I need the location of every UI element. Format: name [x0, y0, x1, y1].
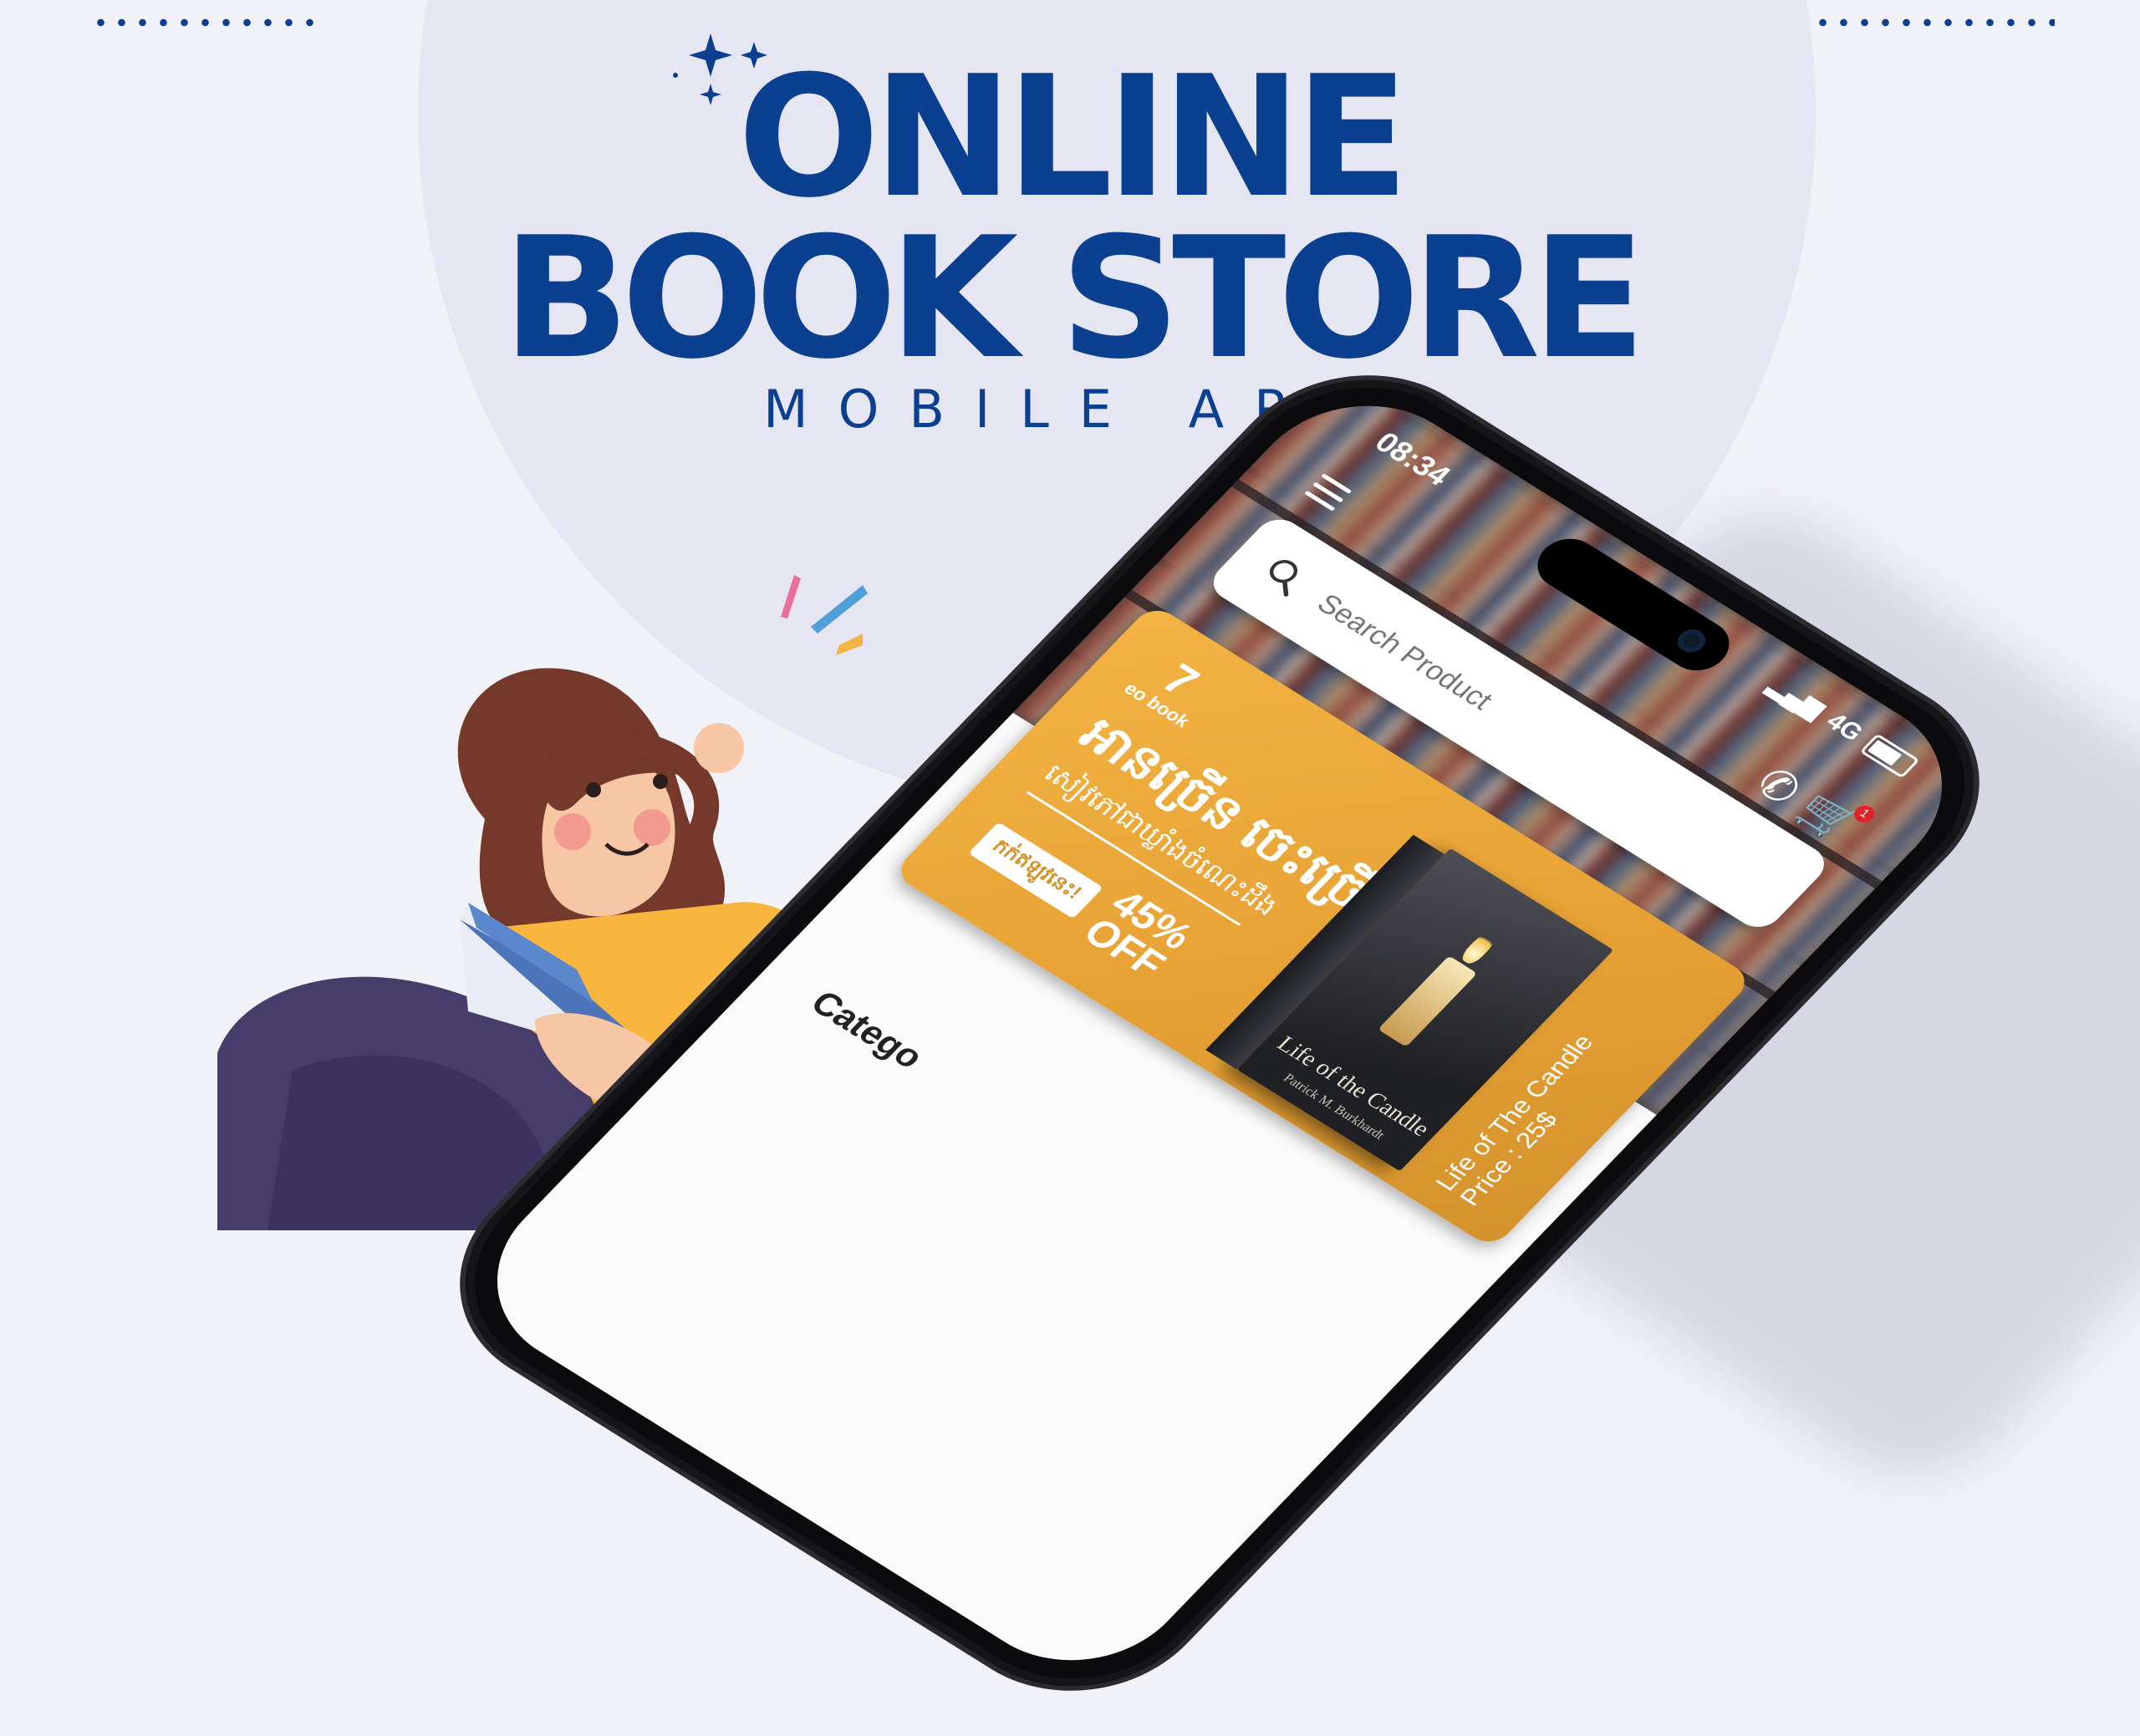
decorative-dots-right — [1812, 17, 2055, 28]
search-icon — [1269, 560, 1298, 597]
exclamation-burst-icon — [781, 575, 868, 655]
flame-icon — [1458, 929, 1501, 967]
candle-icon — [1378, 955, 1478, 1047]
headline-subtitle: MOBILE APP — [763, 379, 1377, 440]
decorative-dots-left — [90, 17, 324, 28]
headline-line2: BOOK STORE — [502, 201, 1646, 396]
order-now-tag[interactable]: កក់ឥឡូវនេះ! — [968, 822, 1104, 919]
camera-icon — [1672, 624, 1711, 657]
discount-value: 45% OFF — [1074, 883, 1201, 986]
